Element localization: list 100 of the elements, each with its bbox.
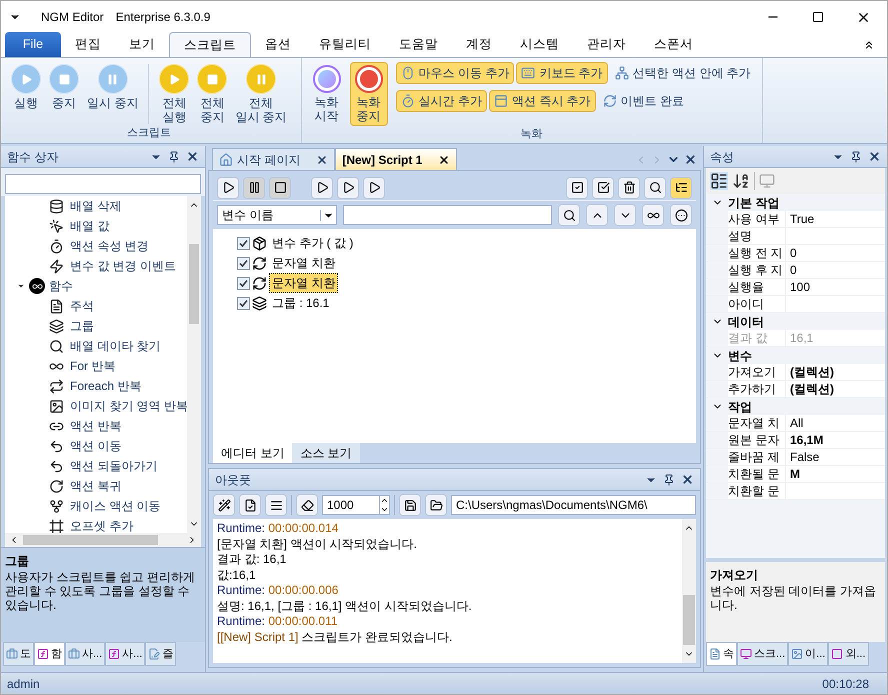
property-value[interactable]: 16,1M: [786, 432, 885, 448]
checkbox[interactable]: [237, 296, 250, 310]
tree-item[interactable]: 액션 되돌아가기: [70, 457, 158, 475]
path-field[interactable]: C:\Users\ngmas\Documents\NGM6\: [451, 495, 696, 515]
scroll-thumb[interactable]: [683, 595, 695, 645]
ribbon-button[interactable]: 중지: [47, 64, 81, 110]
categorized-icon[interactable]: [710, 172, 728, 190]
tree-button[interactable]: [670, 176, 692, 198]
panel-tab[interactable]: 사...: [65, 642, 106, 666]
sort-az-icon[interactable]: [732, 172, 750, 190]
search-button[interactable]: [558, 204, 580, 226]
tree-item[interactable]: 주석: [70, 297, 94, 315]
ribbon-button[interactable]: 전체 중지: [195, 64, 230, 124]
more-button[interactable]: [670, 204, 692, 226]
scroll-thumb[interactable]: [189, 244, 199, 324]
scrollbar[interactable]: [187, 196, 201, 533]
tree-item[interactable]: 변수 값 변경 이벤트: [70, 257, 176, 275]
property-value[interactable]: (컬렉션): [786, 364, 885, 380]
document-tab[interactable]: [New] Script 1: [335, 148, 458, 170]
tree-item[interactable]: 액션 복귀: [70, 477, 122, 495]
ribbon-small-button[interactable]: 실시간 추가: [396, 90, 488, 112]
view-tab[interactable]: 에디터 보기: [213, 443, 292, 463]
property-value[interactable]: (컬렉션): [786, 381, 885, 397]
record-button[interactable]: 녹화 시작: [308, 62, 346, 126]
menu-tab[interactable]: 스폰서: [640, 32, 707, 57]
search-combo[interactable]: 변수 이름: [217, 205, 337, 225]
pin-icon[interactable]: [663, 474, 675, 486]
panel-tab[interactable]: 사...: [105, 642, 146, 666]
ribbon-button[interactable]: 전체 실행: [157, 64, 192, 124]
scrollbar[interactable]: [5, 533, 201, 547]
menu-tab[interactable]: 스크립트: [169, 32, 251, 57]
close-icon[interactable]: [684, 153, 697, 166]
spinner-icon[interactable]: [379, 496, 389, 514]
tree-item[interactable]: 캐이스 액션 이동: [70, 497, 161, 515]
panel-tab[interactable]: 즐: [145, 642, 176, 666]
close-icon[interactable]: [186, 150, 199, 163]
pin-icon[interactable]: [168, 150, 180, 162]
tree-item[interactable]: 액션 반복: [70, 417, 122, 435]
close-icon[interactable]: [868, 150, 881, 163]
menu-tab[interactable]: 도움말: [385, 32, 452, 57]
menu-tab[interactable]: 계정: [452, 32, 506, 57]
scrollbar[interactable]: [682, 519, 696, 663]
close-icon[interactable]: [681, 473, 694, 486]
tree-item[interactable]: 배열 값: [70, 217, 110, 235]
lines-button[interactable]: [265, 494, 287, 516]
scroll-thumb[interactable]: [23, 535, 158, 545]
check-all-button[interactable]: [566, 176, 588, 198]
save-button[interactable]: [399, 494, 421, 516]
checkbox[interactable]: [237, 256, 250, 270]
tree-item[interactable]: Foreach 반복: [70, 377, 142, 395]
menu-tab[interactable]: 유틸리티: [305, 32, 385, 57]
script-line[interactable]: 그룹 : 16.1: [269, 293, 332, 313]
panel-tab[interactable]: 이...: [788, 642, 828, 666]
run-selected-button[interactable]: [363, 176, 385, 198]
ribbon-small-button[interactable]: 이벤트 완료: [598, 90, 690, 112]
tree-item[interactable]: 액션 이동: [70, 437, 122, 455]
ribbon-button[interactable]: 실행: [9, 64, 43, 110]
ribbon-small-button[interactable]: 키보드 추가: [516, 62, 608, 84]
property-value[interactable]: 0: [786, 262, 885, 278]
eraser-button[interactable]: [296, 494, 318, 516]
tree-item[interactable]: 배열 삭제: [70, 197, 122, 215]
close-icon[interactable]: [316, 154, 328, 166]
script-line[interactable]: 문자열 치환: [269, 253, 338, 273]
count-field[interactable]: 1000: [322, 495, 390, 515]
next-button[interactable]: [614, 204, 636, 226]
tree-item[interactable]: 오프셋 추가: [70, 517, 134, 533]
loop-button[interactable]: [642, 204, 664, 226]
panel-tab[interactable]: 외...: [828, 642, 869, 666]
open-button[interactable]: [425, 494, 447, 516]
ribbon-button[interactable]: 전체 일시 중지: [233, 64, 289, 124]
previous-button[interactable]: [586, 204, 608, 226]
ribbon-small-button[interactable]: 선택한 액션 안에 추가: [610, 62, 756, 84]
tree-item[interactable]: 함수: [49, 277, 73, 295]
search-field[interactable]: [343, 205, 552, 225]
property-value[interactable]: True: [786, 211, 885, 227]
step-button[interactable]: [311, 176, 333, 198]
collapse-ribbon-icon[interactable]: [863, 39, 875, 51]
property-value[interactable]: False: [786, 449, 885, 465]
ribbon-button[interactable]: 일시 중지: [85, 64, 140, 110]
menu-tab[interactable]: 옵션: [251, 32, 305, 57]
panel-tab[interactable]: 스크...: [737, 642, 788, 666]
delete-button[interactable]: [618, 176, 640, 198]
menu-tab[interactable]: 보기: [115, 32, 169, 57]
property-value[interactable]: 0: [786, 245, 885, 261]
pin-icon[interactable]: [850, 150, 862, 162]
search-field[interactable]: [5, 174, 201, 194]
run-from-button[interactable]: [337, 176, 359, 198]
property-value[interactable]: 100: [786, 279, 885, 295]
panel-tab[interactable]: 속: [706, 642, 737, 666]
menu-tab[interactable]: File: [5, 32, 61, 57]
close-icon[interactable]: [438, 154, 450, 166]
menu-tab[interactable]: 관리자: [573, 32, 640, 57]
tree-item[interactable]: 이미지 찾기 영역 반복: [70, 397, 187, 415]
script-line[interactable]: 변수 추가 ( 값 ): [269, 233, 356, 253]
menu-tab[interactable]: 편집: [61, 32, 115, 57]
panel-tab[interactable]: 도: [3, 642, 34, 666]
checkbox[interactable]: [237, 236, 250, 250]
record-button[interactable]: 녹화 중지: [350, 62, 388, 126]
property-value[interactable]: M: [786, 466, 885, 482]
clean-button[interactable]: [213, 494, 235, 516]
